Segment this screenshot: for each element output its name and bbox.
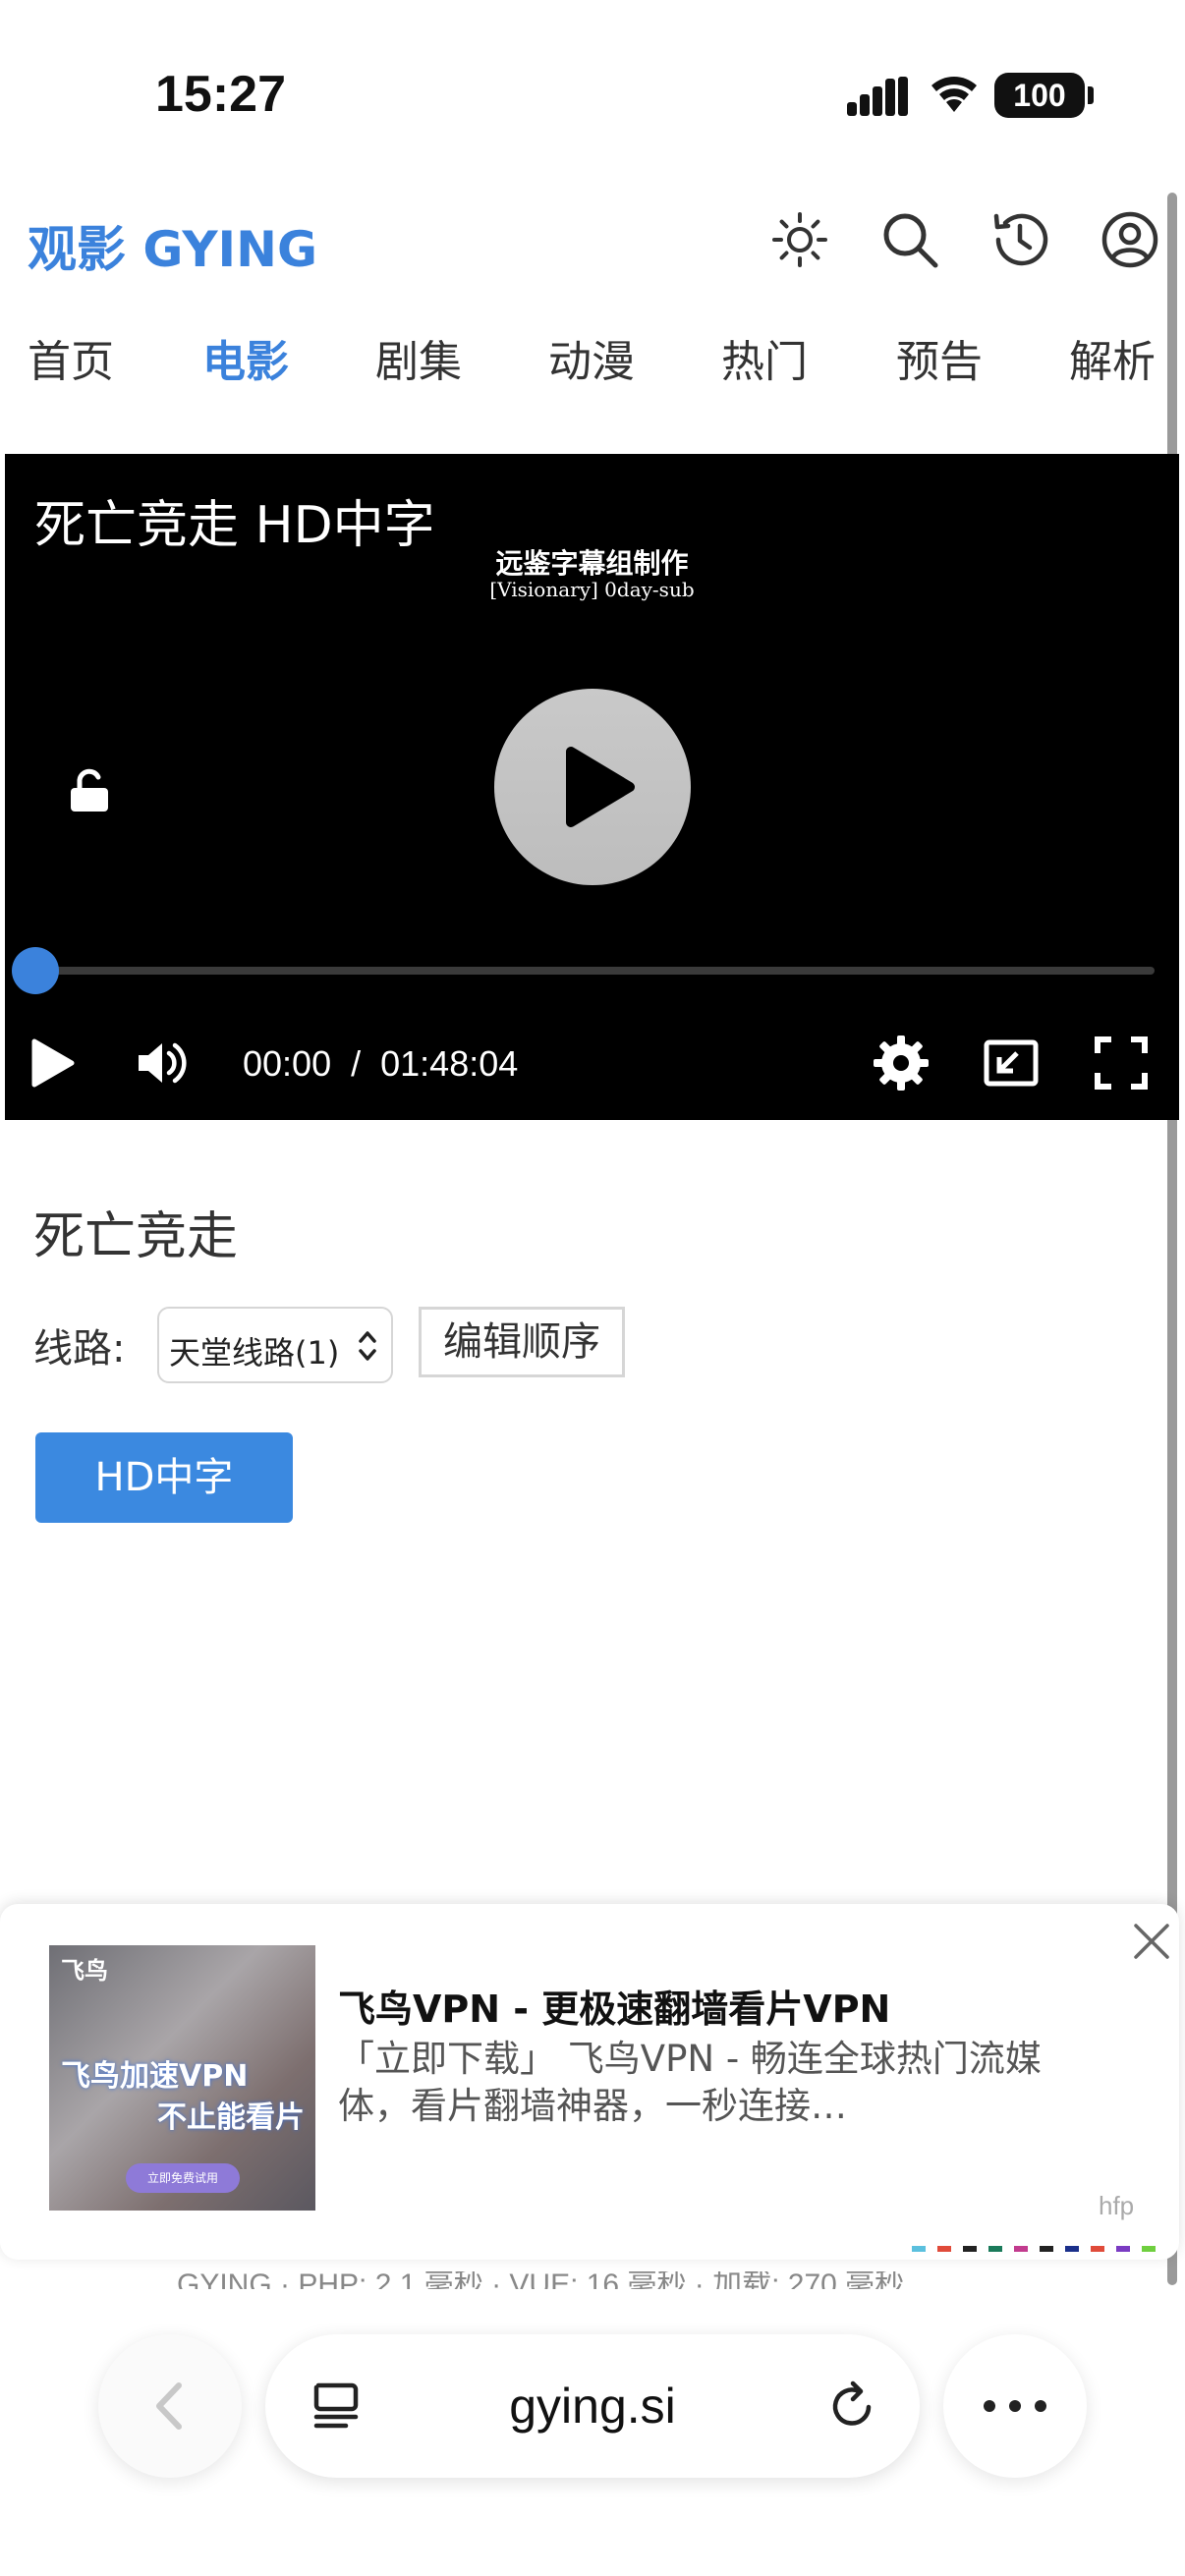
search-icon[interactable] xyxy=(878,208,941,271)
fullscreen-icon xyxy=(1095,1036,1148,1090)
volume-icon xyxy=(139,1042,187,1084)
cellular-signal-icon xyxy=(847,77,908,116)
ad-strip-segment xyxy=(1142,2246,1156,2252)
pip-icon xyxy=(984,1039,1039,1087)
nav-item-series[interactable]: 剧集 xyxy=(375,326,462,389)
reload-icon[interactable] xyxy=(823,2378,880,2435)
status-bar: 15:27 100 xyxy=(0,0,1185,187)
current-time: 00:00 xyxy=(243,1043,332,1084)
url-text: gying.si xyxy=(509,2379,676,2434)
ad-tag: hfp xyxy=(1099,2191,1135,2220)
site-logo[interactable]: 观影 GYING xyxy=(28,210,317,281)
volume-button[interactable] xyxy=(133,1034,192,1092)
route-select[interactable]: 天堂线路(1) xyxy=(157,1307,393,1383)
episode-button-hd[interactable]: HD中字 xyxy=(35,1432,293,1523)
video-player[interactable]: 死亡竞走 HD中字 远鉴字幕组制作 [Visionary] 0day-sub 0… xyxy=(5,454,1179,1120)
footer-stats: GYING · PHP: 2.1 毫秒 · VUE: 16 毫秒 · 加载: 2… xyxy=(0,2271,1185,2291)
ad-description: 「立即下载」 飞鸟VPN - 畅连全球热门流媒体，看片翻墙神器，一秒连接… xyxy=(338,2038,1042,2127)
time-readout: 00:00 / 01:48:04 xyxy=(243,1043,518,1085)
browser-toolbar: gying.si xyxy=(0,2289,1185,2576)
nav-item-home[interactable]: 首页 xyxy=(28,326,114,389)
ad-image-subheadline: 不止能看片 xyxy=(157,2100,305,2135)
nav-item-analysis[interactable]: 解析 xyxy=(1069,326,1156,389)
ad-image-brand: 飞鸟 xyxy=(61,1957,108,1985)
nav-item-hot[interactable]: 热门 xyxy=(721,326,808,389)
big-play-button[interactable] xyxy=(494,689,691,885)
ad-banner[interactable]: 飞鸟 飞鸟加速VPN 不止能看片 立即免费试用 飞鸟VPN - 更极速翻墙看片V… xyxy=(0,1904,1179,2260)
time-separator: / xyxy=(351,1043,362,1084)
close-icon[interactable] xyxy=(1130,1920,1173,1963)
ad-strip-segment xyxy=(1040,2246,1053,2252)
gear-icon xyxy=(874,1036,929,1091)
ad-strip-segment xyxy=(1091,2246,1104,2252)
movie-title: 死亡竞走 xyxy=(33,1207,239,1266)
ad-strip-segment xyxy=(937,2246,951,2252)
address-bar[interactable]: gying.si xyxy=(265,2334,920,2478)
nav-item-movies[interactable]: 电影 xyxy=(202,326,289,389)
status-time: 15:27 xyxy=(155,66,286,123)
back-button[interactable] xyxy=(98,2334,242,2478)
duration: 01:48:04 xyxy=(380,1043,519,1084)
ad-image[interactable]: 飞鸟 飞鸟加速VPN 不止能看片 立即免费试用 xyxy=(49,1945,315,2211)
ad-image-cta: 立即免费试用 xyxy=(126,2163,240,2193)
battery-level: 100 xyxy=(994,73,1085,118)
ad-strip-segment xyxy=(1065,2246,1079,2252)
main-nav: 首页 电影 剧集 动漫 热门 预告 解析 xyxy=(0,312,1185,401)
more-dots-icon xyxy=(984,2400,1046,2412)
play-icon xyxy=(566,747,635,827)
picture-in-picture-button[interactable] xyxy=(982,1034,1041,1092)
ad-color-strip xyxy=(912,2246,1156,2252)
progress-thumb[interactable] xyxy=(12,947,59,994)
nav-item-trailers[interactable]: 预告 xyxy=(896,326,983,389)
user-account-icon[interactable] xyxy=(1099,208,1161,271)
footer-stats-text: GYING · PHP: 2.1 毫秒 · VUE: 16 毫秒 · 加载: 2… xyxy=(177,2271,905,2291)
more-button[interactable] xyxy=(943,2334,1087,2478)
ad-strip-segment xyxy=(1014,2246,1028,2252)
status-icons: 100 xyxy=(847,69,1094,124)
subtitle-credit-tag: [Visionary] 0day-sub xyxy=(489,578,695,601)
route-label: 线路: xyxy=(33,1326,126,1372)
history-icon[interactable] xyxy=(988,208,1051,271)
unlock-icon[interactable] xyxy=(66,766,115,815)
select-arrows-icon xyxy=(359,1331,376,1361)
play-button[interactable] xyxy=(23,1034,82,1092)
chevron-left-icon xyxy=(156,2382,182,2430)
ad-strip-segment xyxy=(963,2246,977,2252)
settings-button[interactable] xyxy=(872,1034,931,1092)
ad-image-headline: 飞鸟加速VPN xyxy=(61,2059,249,2094)
ad-strip-segment xyxy=(988,2246,1002,2252)
ad-title[interactable]: 飞鸟VPN - 更极速翻墙看片VPN xyxy=(338,1979,890,2033)
theme-toggle-sun-icon[interactable] xyxy=(768,208,831,271)
wifi-icon xyxy=(931,77,977,112)
battery-nub xyxy=(1088,86,1094,104)
ad-strip-segment xyxy=(912,2246,926,2252)
ad-strip-segment xyxy=(1116,2246,1130,2252)
progress-bar[interactable] xyxy=(34,967,1155,975)
site-header: 观影 GYING xyxy=(0,187,1185,295)
nav-item-anime[interactable]: 动漫 xyxy=(548,326,635,389)
route-select-value: 天堂线路(1) xyxy=(169,1334,340,1372)
play-icon xyxy=(31,1038,75,1088)
fullscreen-button[interactable] xyxy=(1092,1034,1151,1092)
edit-order-button[interactable]: 编辑顺序 xyxy=(419,1307,625,1377)
subtitle-credit: 远鉴字幕组制作 xyxy=(495,547,689,580)
